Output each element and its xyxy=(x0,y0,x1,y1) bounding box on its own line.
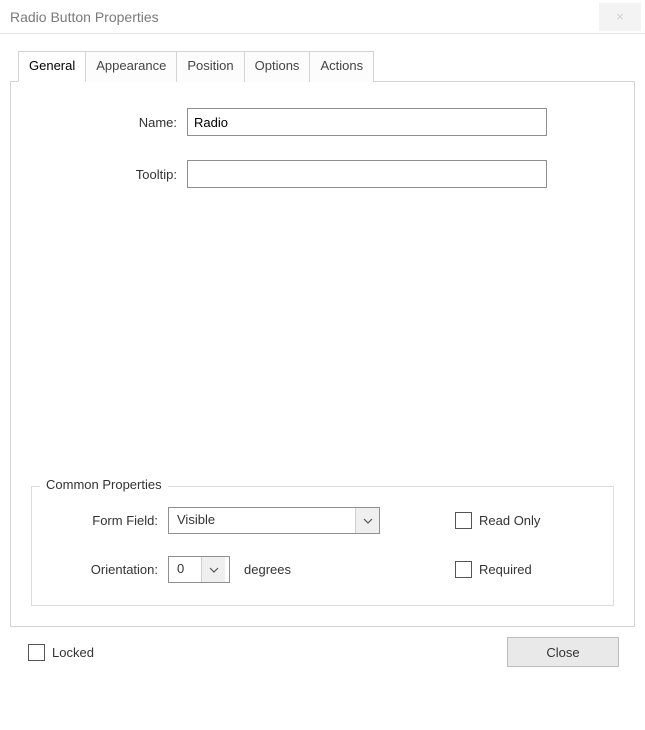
dropdown-button xyxy=(201,557,225,582)
degrees-label: degrees xyxy=(244,562,291,577)
read-only-label: Read Only xyxy=(479,513,540,528)
required-checkbox[interactable] xyxy=(455,561,472,578)
chevron-down-icon xyxy=(209,567,219,573)
tooltip-row: Tooltip: xyxy=(31,160,614,188)
tab-label: Position xyxy=(187,58,233,73)
tooltip-label: Tooltip: xyxy=(31,167,187,182)
common-properties-legend: Common Properties xyxy=(40,477,168,492)
form-field-select[interactable]: Visible xyxy=(168,507,380,534)
locked-checkbox[interactable] xyxy=(28,644,45,661)
tab-label: Actions xyxy=(320,58,363,73)
locked-label: Locked xyxy=(52,645,94,660)
tab-general[interactable]: General xyxy=(18,51,86,82)
required-wrap[interactable]: Required xyxy=(455,561,595,578)
orientation-value: 0 xyxy=(169,557,201,582)
name-input[interactable] xyxy=(187,108,547,136)
tab-label: Options xyxy=(255,58,300,73)
tab-options[interactable]: Options xyxy=(244,51,311,82)
close-icon: × xyxy=(616,9,624,24)
tooltip-input[interactable] xyxy=(187,160,547,188)
name-label: Name: xyxy=(31,115,187,130)
tab-actions[interactable]: Actions xyxy=(309,51,374,82)
form-field-label: Form Field: xyxy=(50,513,168,528)
dialog-footer: Locked Close xyxy=(10,627,635,683)
tab-position[interactable]: Position xyxy=(176,51,244,82)
form-field-value: Visible xyxy=(169,508,355,533)
orientation-row: Orientation: 0 degrees Required xyxy=(50,556,595,583)
read-only-wrap[interactable]: Read Only xyxy=(455,512,595,529)
read-only-checkbox[interactable] xyxy=(455,512,472,529)
spacer xyxy=(31,212,614,486)
name-row: Name: xyxy=(31,108,614,136)
close-button-label: Close xyxy=(546,645,579,660)
tab-label: Appearance xyxy=(96,58,166,73)
required-label: Required xyxy=(479,562,532,577)
dialog-window: Radio Button Properties × General Appear… xyxy=(0,0,645,730)
form-field-row: Form Field: Visible Read Only xyxy=(50,507,595,534)
close-button[interactable]: Close xyxy=(507,637,619,667)
window-close-button[interactable]: × xyxy=(599,3,641,31)
orientation-label: Orientation: xyxy=(50,562,168,577)
dropdown-button xyxy=(355,508,379,533)
locked-wrap[interactable]: Locked xyxy=(28,644,94,661)
tab-strip: General Appearance Position Options Acti… xyxy=(18,50,635,81)
chevron-down-icon xyxy=(363,518,373,524)
common-properties-group: Common Properties Form Field: Visible Re… xyxy=(31,486,614,606)
dialog-content: General Appearance Position Options Acti… xyxy=(0,34,645,730)
window-title: Radio Button Properties xyxy=(10,9,159,25)
title-bar: Radio Button Properties × xyxy=(0,0,645,34)
orientation-select[interactable]: 0 xyxy=(168,556,230,583)
tab-panel-general: Name: Tooltip: Common Properties Form Fi… xyxy=(10,81,635,627)
tab-label: General xyxy=(29,58,75,73)
tab-appearance[interactable]: Appearance xyxy=(85,51,177,82)
